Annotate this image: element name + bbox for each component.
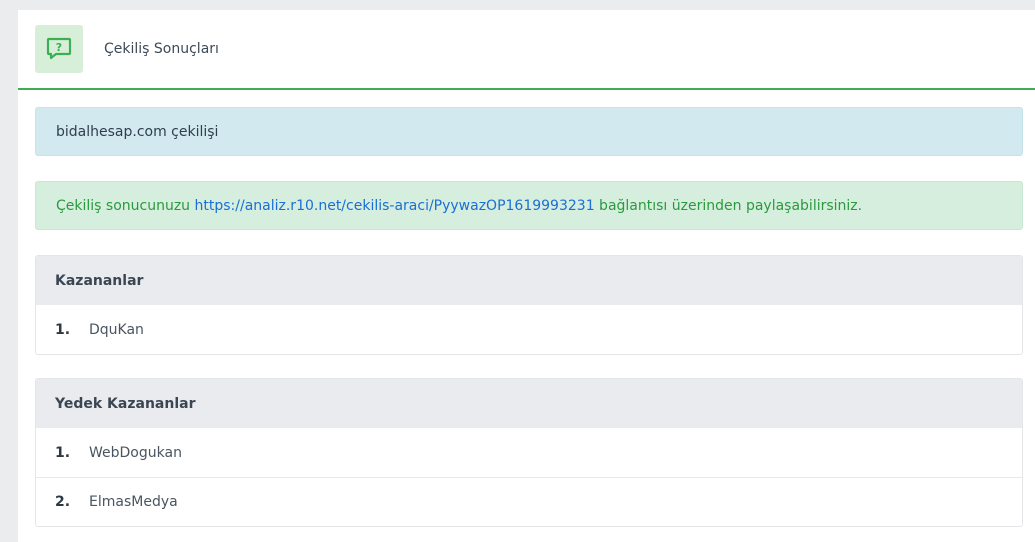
- success-alert-suffix: bağlantısı üzerinden paylaşabilirsiniz.: [594, 197, 863, 214]
- page-title: Çekiliş Sonuçları: [104, 41, 219, 57]
- winners-list: Kazananlar 1. DquKan: [35, 255, 1023, 355]
- backup-winners-list: Yedek Kazananlar 1. WebDogukan 2. ElmasM…: [35, 378, 1023, 527]
- question-chat-icon-svg: ?: [46, 37, 72, 60]
- card-header: ? Çekiliş Sonuçları: [18, 10, 1035, 90]
- list-item: 2. ElmasMedya: [36, 477, 1022, 526]
- list-item: 1. DquKan: [36, 305, 1022, 354]
- info-alert: bidalhesap.com çekilişi: [35, 107, 1023, 156]
- list-item-number: 1.: [55, 444, 71, 461]
- list-item: 1. WebDogukan: [36, 428, 1022, 477]
- results-card: ? Çekiliş Sonuçları bidalhesap.com çekil…: [18, 10, 1035, 542]
- backup-winners-heading: Yedek Kazananlar: [36, 379, 1022, 428]
- success-alert-prefix: Çekiliş sonucunuzu: [56, 197, 195, 214]
- list-item-name: ElmasMedya: [89, 494, 178, 510]
- success-alert: Çekiliş sonucunuzu https://analiz.r10.ne…: [35, 181, 1023, 230]
- share-link[interactable]: https://analiz.r10.net/cekilis-araci/Pyy…: [195, 198, 595, 214]
- question-chat-icon: ?: [35, 25, 83, 73]
- list-item-number: 2.: [55, 494, 71, 510]
- list-item-name: WebDogukan: [89, 444, 182, 461]
- winners-heading: Kazananlar: [36, 256, 1022, 305]
- icon-glyph: ?: [56, 41, 62, 54]
- list-item-name: DquKan: [89, 321, 144, 338]
- info-alert-text: bidalhesap.com çekilişi: [56, 123, 219, 140]
- list-item-number: 1.: [55, 321, 71, 338]
